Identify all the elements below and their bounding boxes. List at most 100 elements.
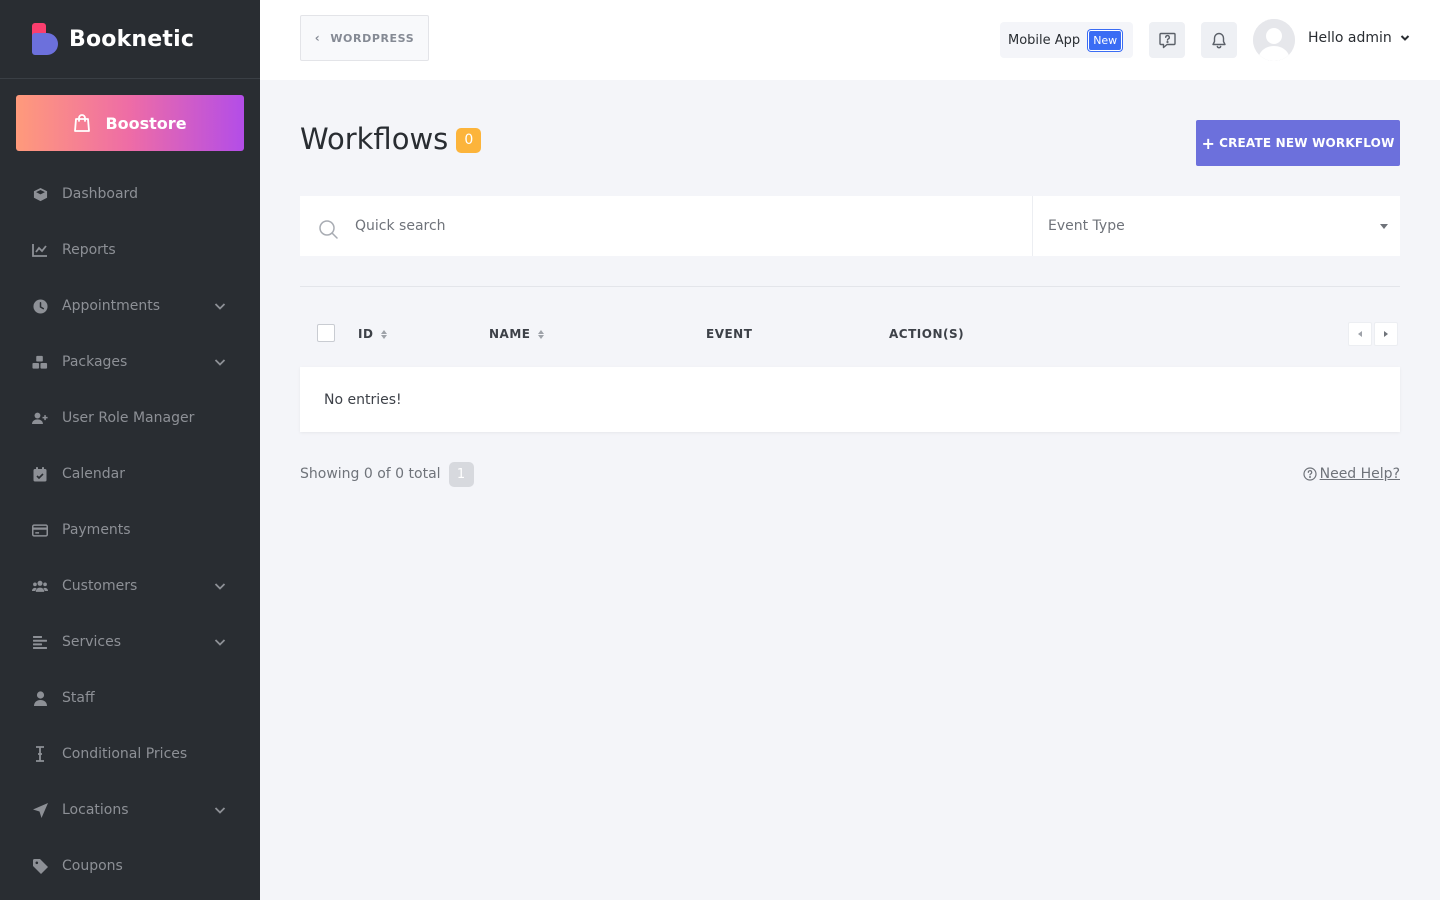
workflow-count-badge: 0	[456, 127, 482, 153]
sidebar-item-appointments[interactable]: Appointments	[0, 278, 260, 334]
column-header-label: EVENT	[706, 327, 753, 341]
wordpress-label: WORDPRESS	[330, 31, 415, 45]
sidebar-item-label: Payments	[62, 522, 131, 538]
caret-right-icon	[1384, 331, 1388, 337]
sidebar-item-dashboard[interactable]: Dashboard	[0, 166, 260, 222]
tag-icon	[32, 858, 48, 874]
sidebar-item-services[interactable]: Services	[0, 614, 260, 670]
user-avatar-icon	[1253, 19, 1295, 61]
notifications-button[interactable]	[1201, 22, 1237, 58]
caret-left-icon	[1358, 331, 1362, 337]
sidebar-item-conditional-prices[interactable]: Conditional Prices	[0, 726, 260, 782]
sidebar-item-label: Dashboard	[62, 186, 138, 202]
dashboard-icon	[32, 186, 48, 202]
boxes-icon	[32, 354, 48, 370]
sort-icon	[381, 329, 388, 339]
sidebar-item-label: Customers	[62, 578, 138, 594]
top-header: ‹ WORDPRESS Mobile App New Hello admin	[260, 0, 1440, 80]
question-circle-icon	[1303, 467, 1317, 481]
sidebar-item-label: Locations	[62, 802, 129, 818]
table-empty-row: No entries!	[300, 367, 1400, 432]
chevron-down-icon	[214, 807, 226, 814]
user-menu[interactable]: Hello admin	[1308, 30, 1410, 46]
column-name[interactable]: NAME	[489, 327, 545, 341]
chevron-down-icon	[1400, 35, 1410, 41]
sidebar-item-customers[interactable]: Customers	[0, 558, 260, 614]
chevron-down-icon	[214, 303, 226, 310]
need-help-link[interactable]: Need Help?	[1303, 466, 1400, 482]
sidebar-item-label: Staff	[62, 690, 95, 706]
location-arrow-icon	[32, 802, 48, 818]
user-icon	[32, 690, 48, 706]
mobile-app-label: Mobile App	[1008, 32, 1081, 48]
sidebar-item-locations[interactable]: Locations	[0, 782, 260, 838]
sidebar-item-payments[interactable]: Payments	[0, 502, 260, 558]
user-greeting: Hello admin	[1308, 30, 1392, 46]
new-badge: New	[1088, 29, 1123, 51]
mobile-app-button[interactable]: Mobile App New	[1000, 22, 1133, 58]
column-header-label: ID	[358, 327, 374, 341]
list-icon	[32, 634, 48, 650]
select-all-checkbox[interactable]	[317, 324, 335, 342]
sidebar-item-reports[interactable]: Reports	[0, 222, 260, 278]
sidebar-item-packages[interactable]: Packages	[0, 334, 260, 390]
scroll-left-button[interactable]	[1348, 322, 1372, 346]
sidebar-item-staff[interactable]: Staff	[0, 670, 260, 726]
credit-card-icon	[32, 522, 48, 538]
column-actions: ACTION(S)	[889, 327, 964, 341]
text-cursor-icon	[32, 746, 48, 762]
sidebar-item-label: Conditional Prices	[62, 746, 188, 762]
wordpress-back-button[interactable]: ‹ WORDPRESS	[300, 15, 429, 61]
brand[interactable]: Booknetic	[0, 0, 260, 79]
table-footer: Showing 0 of 0 total 1 Need Help?	[300, 461, 1400, 487]
scroll-right-button[interactable]	[1374, 322, 1398, 346]
sidebar-item-label: Services	[62, 634, 122, 650]
shopping-bag-icon	[74, 114, 91, 132]
boostore-button[interactable]: Boostore	[16, 95, 244, 151]
create-button-label: CREATE NEW WORKFLOW	[1219, 136, 1395, 150]
event-type-select[interactable]: Event Type	[1033, 196, 1400, 256]
user-plus-icon	[32, 410, 48, 426]
filter-bar: Event Type	[300, 196, 1400, 256]
page-number-button[interactable]: 1	[448, 461, 474, 487]
chevron-down-icon	[214, 359, 226, 366]
create-new-workflow-button[interactable]: + CREATE NEW WORKFLOW	[1196, 120, 1400, 166]
bell-icon	[1212, 32, 1226, 48]
sidebar-item-calendar[interactable]: Calendar	[0, 446, 260, 502]
brand-name: Booknetic	[69, 26, 195, 52]
sidebar-item-user-role-manager[interactable]: User Role Manager	[0, 390, 260, 446]
clock-icon	[32, 298, 48, 314]
sidebar-item-coupons[interactable]: Coupons	[0, 838, 260, 894]
column-id[interactable]: ID	[358, 327, 388, 341]
page-title: Workflows 0	[300, 122, 482, 156]
booknetic-logo-icon	[32, 23, 58, 55]
chevron-down-icon	[214, 639, 226, 646]
plus-icon: +	[1201, 133, 1216, 153]
sidebar-menu: Dashboard Reports Appointments Packages	[0, 166, 260, 894]
table-header: ID NAME EVENT ACTION(S)	[300, 310, 1400, 360]
sidebar-item-label: Reports	[62, 242, 116, 258]
users-icon	[32, 578, 48, 594]
avatar[interactable]	[1253, 19, 1295, 61]
showing-count: Showing 0 of 0 total	[300, 466, 441, 482]
support-button[interactable]	[1149, 22, 1185, 58]
empty-message: No entries!	[324, 391, 402, 408]
sidebar-item-label: Calendar	[62, 466, 125, 482]
chevron-down-icon	[214, 583, 226, 590]
chart-icon	[32, 242, 48, 258]
boostore-label: Boostore	[105, 113, 187, 133]
sidebar-item-label: Packages	[62, 354, 128, 370]
sidebar: Booknetic Boostore Dashboard Reports App…	[0, 0, 260, 900]
event-type-placeholder: Event Type	[1048, 218, 1125, 234]
calendar-icon	[32, 466, 48, 482]
need-help-label: Need Help?	[1319, 466, 1400, 482]
sidebar-item-label: Coupons	[62, 858, 123, 874]
column-event: EVENT	[706, 327, 752, 341]
search-input[interactable]	[300, 196, 1032, 256]
search-box	[300, 196, 1033, 256]
sidebar-item-label: Appointments	[62, 298, 161, 314]
sidebar-item-label: User Role Manager	[62, 410, 195, 426]
search-icon	[319, 220, 338, 239]
chevron-left-icon: ‹	[314, 31, 321, 45]
column-header-label: NAME	[489, 327, 531, 341]
